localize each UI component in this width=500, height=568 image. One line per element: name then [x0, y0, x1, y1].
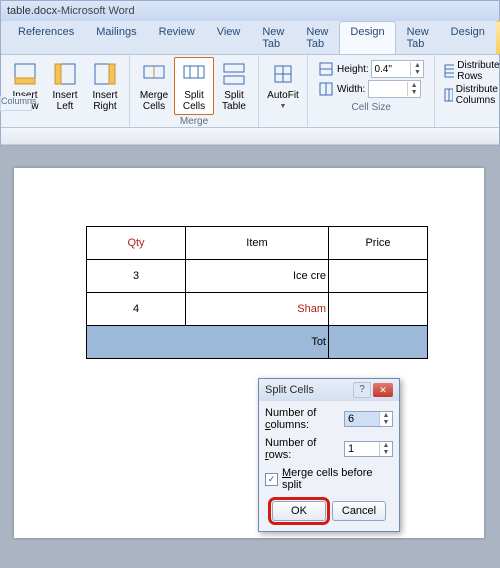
height-input[interactable] [372, 64, 410, 75]
ok-button[interactable]: OK [272, 501, 326, 521]
document-area: QtyItemPrice 3Ice cre 4Sham Tot Split Ce… [0, 146, 500, 568]
dialog-titlebar[interactable]: Split Cells ? ✕ [259, 379, 399, 401]
split-table-icon [220, 60, 248, 88]
distribute-rows-button[interactable]: Distribute Rows [441, 59, 500, 83]
group-merge: Merge Cells Split Cells Split Table Merg… [130, 55, 259, 127]
table-row: 4Sham [87, 293, 428, 326]
app-name: Microsoft Word [61, 5, 135, 17]
cancel-button[interactable]: Cancel [332, 501, 386, 521]
rows-input[interactable] [345, 442, 379, 456]
group-label-merge: Merge [134, 116, 254, 127]
tab-view[interactable]: View [206, 21, 252, 54]
ribbon: Insert Below Insert Left Insert Right Me… [1, 55, 499, 128]
tab-new3[interactable]: New Tab [396, 21, 440, 54]
group-label-cellsize: Cell Size [312, 102, 430, 113]
split-table-button[interactable]: Split Table [214, 57, 254, 115]
row-height-control[interactable]: Height: ▲▼ [316, 59, 426, 79]
page: QtyItemPrice 3Ice cre 4Sham Tot [14, 168, 484, 538]
group-label-columns: Columns [0, 96, 32, 111]
spinner-icon[interactable]: ▲▼ [407, 82, 420, 96]
ribbon-tabs: References Mailings Review View New Tab … [1, 21, 499, 55]
table-row-selected: Tot [87, 326, 428, 359]
title-bar: table.docx - Microsoft Word [1, 1, 499, 21]
table-tools-tab[interactable]: Table To [496, 21, 500, 54]
spinner-icon[interactable]: ▲▼ [379, 412, 392, 426]
split-cells-button[interactable]: Split Cells [174, 57, 214, 115]
help-icon[interactable]: ? [353, 382, 371, 398]
tab-new1[interactable]: New Tab [251, 21, 295, 54]
tab-design2[interactable]: Design [440, 21, 496, 54]
split-cells-icon [180, 60, 208, 88]
distribute-cols-button[interactable]: Distribute Columns [441, 83, 500, 107]
group-autofit: AutoFit▼ [259, 55, 308, 127]
width-input[interactable] [369, 84, 407, 95]
rows-row: Number of rows: ▲▼ [265, 437, 393, 461]
split-cells-dialog: Split Cells ? ✕ Number of columns: ▲▼ Nu… [258, 378, 400, 532]
document-name: table.docx [7, 5, 57, 17]
insert-right-icon [91, 60, 119, 88]
height-icon [318, 61, 334, 77]
autofit-icon [269, 60, 297, 88]
rows-label: Number of rows: [265, 437, 344, 461]
close-icon[interactable]: ✕ [373, 383, 393, 397]
tab-review[interactable]: Review [148, 21, 206, 54]
spinner-icon[interactable]: ▲▼ [410, 62, 423, 76]
tab-mailings[interactable]: Mailings [85, 21, 147, 54]
tab-new2[interactable]: New Tab [295, 21, 339, 54]
ruler[interactable] [1, 128, 499, 145]
col-width-control[interactable]: Width: ▲▼ [316, 79, 426, 99]
width-icon [318, 81, 334, 97]
merge-before-row[interactable]: ✓ Merge cells before split [265, 467, 393, 491]
dialog-title: Split Cells [265, 384, 353, 396]
merge-before-label: Merge cells before split [282, 467, 393, 491]
insert-right-button[interactable]: Insert Right [85, 57, 125, 115]
columns-row: Number of columns: ▲▼ [265, 407, 393, 431]
columns-label: Number of columns: [265, 407, 344, 431]
autofit-button[interactable]: AutoFit▼ [263, 57, 303, 115]
document-table[interactable]: QtyItemPrice 3Ice cre 4Sham Tot [86, 226, 428, 359]
spinner-icon[interactable]: ▲▼ [379, 442, 392, 456]
insert-below-icon [11, 60, 39, 88]
group-rows-columns: Insert Below Insert Left Insert Right [1, 55, 130, 127]
merge-cells-icon [140, 60, 168, 88]
columns-input[interactable] [345, 412, 379, 426]
tab-references[interactable]: References [7, 21, 85, 54]
group-distribute: Distribute Rows Distribute Columns [435, 55, 500, 127]
group-cell-size: Height: ▲▼ Width: ▲▼ Cell Size [308, 55, 435, 127]
table-row: QtyItemPrice [87, 227, 428, 260]
tab-design[interactable]: Design [339, 21, 395, 54]
checkbox-icon[interactable]: ✓ [265, 473, 278, 486]
insert-left-icon [51, 60, 79, 88]
insert-left-button[interactable]: Insert Left [45, 57, 85, 115]
merge-cells-button[interactable]: Merge Cells [134, 57, 174, 115]
table-row: 3Ice cre [87, 260, 428, 293]
dist-cols-icon [443, 87, 452, 103]
dist-rows-icon [443, 63, 454, 79]
